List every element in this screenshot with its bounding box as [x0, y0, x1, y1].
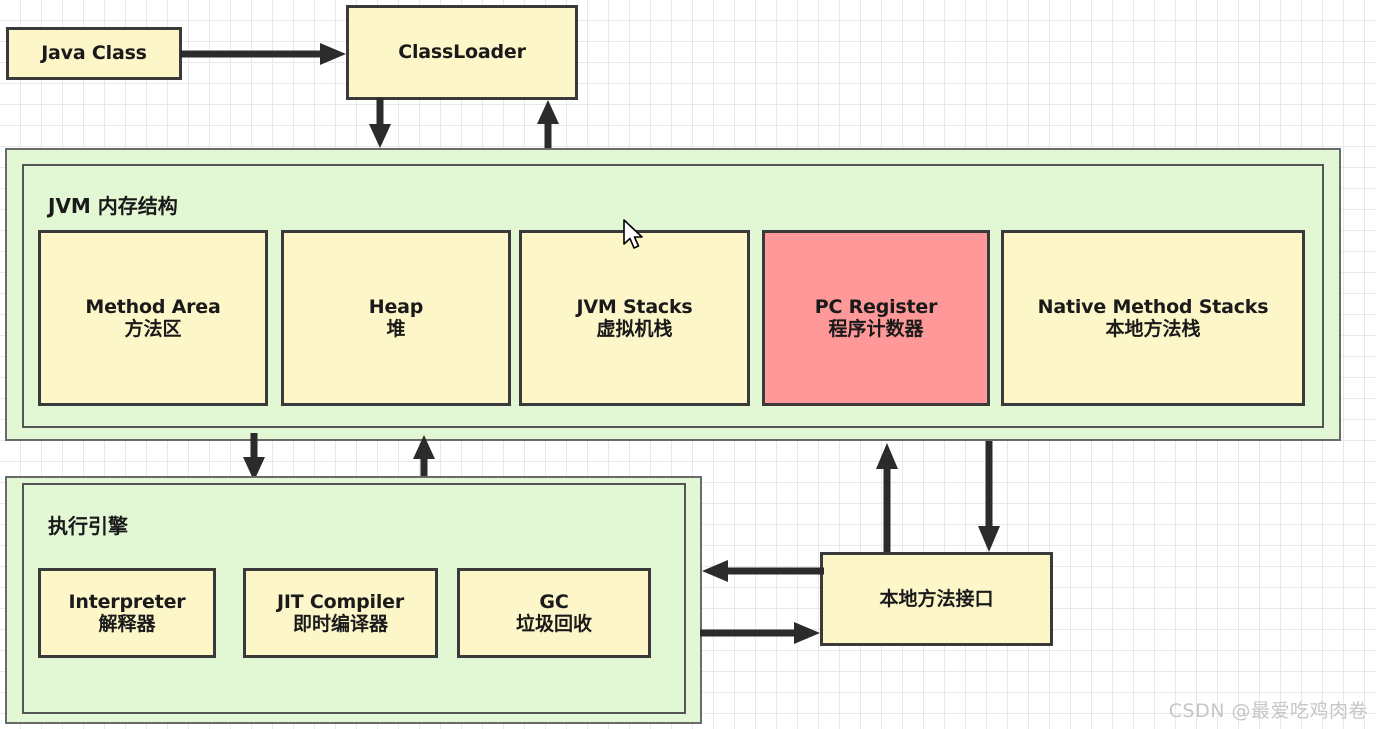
native-method-interface-node[interactable]: 本地方法接口: [820, 552, 1053, 646]
memory-region-pc-register[interactable]: PC Register 程序计数器: [762, 230, 990, 406]
memory-region-label-en: Native Method Stacks: [1037, 295, 1269, 318]
jvm-memory-structure-title: JVM 内存结构: [48, 194, 178, 218]
class-loader-label: ClassLoader: [398, 41, 526, 64]
engine-component-label-en: Interpreter: [68, 590, 186, 613]
engine-component-gc[interactable]: GC 垃圾回收: [457, 568, 651, 658]
memory-region-label-cn: 本地方法栈: [1105, 318, 1201, 340]
memory-region-label-cn: 方法区: [124, 318, 182, 340]
memory-region-label-en: PC Register: [814, 295, 938, 318]
memory-region-label-cn: 虚拟机栈: [596, 318, 673, 340]
arrow-memory-to-classloader: [537, 100, 559, 150]
engine-component-jit-compiler[interactable]: JIT Compiler 即时编译器: [243, 568, 438, 658]
arrow-native-interface-to-engine: [702, 560, 824, 582]
arrow-engine-to-native-interface: [700, 622, 820, 644]
engine-component-label-en: JIT Compiler: [277, 590, 404, 613]
memory-region-label-cn: 堆: [386, 318, 406, 340]
engine-component-interpreter[interactable]: Interpreter 解释器: [38, 568, 216, 658]
memory-region-label-en: Heap: [368, 295, 424, 318]
memory-region-jvm-stacks[interactable]: JVM Stacks 虚拟机栈: [519, 230, 750, 406]
java-class-label: Java Class: [41, 42, 147, 65]
engine-component-label-en: GC: [539, 590, 569, 613]
memory-region-label-cn: 程序计数器: [828, 318, 924, 340]
java-class-node[interactable]: Java Class: [6, 27, 182, 80]
class-loader-node[interactable]: ClassLoader: [346, 5, 578, 100]
memory-region-label-en: JVM Stacks: [576, 295, 693, 318]
arrow-memory-to-native-interface: [978, 441, 1000, 552]
memory-region-native-method-stacks[interactable]: Native Method Stacks 本地方法栈: [1001, 230, 1305, 406]
engine-component-label-cn: 即时编译器: [292, 613, 388, 635]
diagram-canvas: Java Class ClassLoader JVM 内存结构 Method A…: [0, 0, 1376, 729]
memory-region-method-area[interactable]: Method Area 方法区: [38, 230, 268, 406]
arrow-classloader-to-memory: [369, 98, 391, 148]
csdn-watermark: CSDN @最爱吃鸡肉卷: [1168, 700, 1368, 722]
execution-engine-title: 执行引擎: [48, 514, 128, 538]
arrow-javaclass-to-classloader: [180, 43, 346, 65]
engine-component-label-cn: 解释器: [98, 613, 156, 635]
arrow-native-interface-to-memory: [876, 443, 898, 554]
memory-region-label-en: Method Area: [85, 295, 221, 318]
memory-region-heap[interactable]: Heap 堆: [281, 230, 511, 406]
native-method-interface-label: 本地方法接口: [879, 587, 994, 610]
engine-component-label-cn: 垃圾回收: [515, 613, 592, 635]
